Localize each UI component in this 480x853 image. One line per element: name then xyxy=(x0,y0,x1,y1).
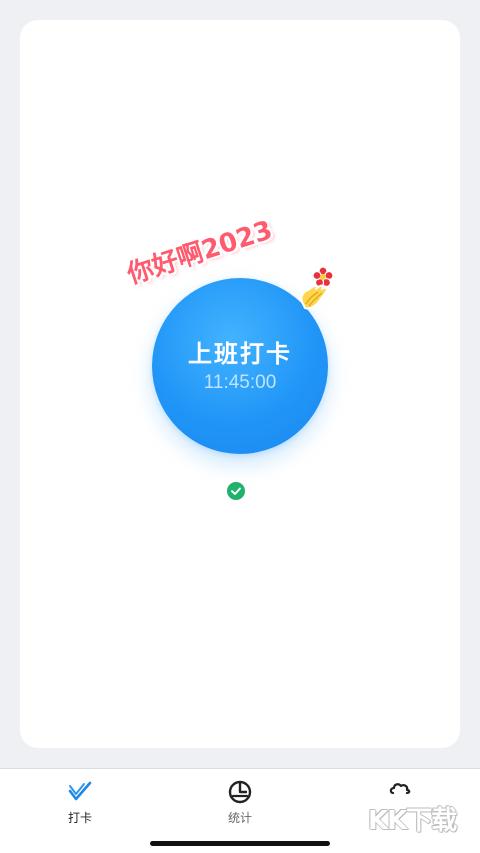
tab-punch[interactable]: 打卡 xyxy=(40,779,120,831)
clapping-hands-icon xyxy=(300,284,328,310)
tab-settings[interactable] xyxy=(360,779,440,831)
punch-in-label: 上班打卡 xyxy=(188,340,292,368)
check-mark-icon xyxy=(68,781,92,801)
tab-statistics-label: 统计 xyxy=(227,811,252,825)
pie-chart-icon xyxy=(228,780,252,804)
current-time: 11:45:00 xyxy=(203,372,277,393)
cloud-gear-icon xyxy=(389,783,411,795)
status-check-icon xyxy=(227,482,245,500)
tab-punch-label: 打卡 xyxy=(67,811,92,825)
home-indicator xyxy=(150,841,330,846)
app-screen: 上班打卡 11:45:00 你好啊2023 打卡 统计 KK下载 xyxy=(0,0,480,853)
tab-statistics[interactable]: 统计 xyxy=(200,779,280,831)
